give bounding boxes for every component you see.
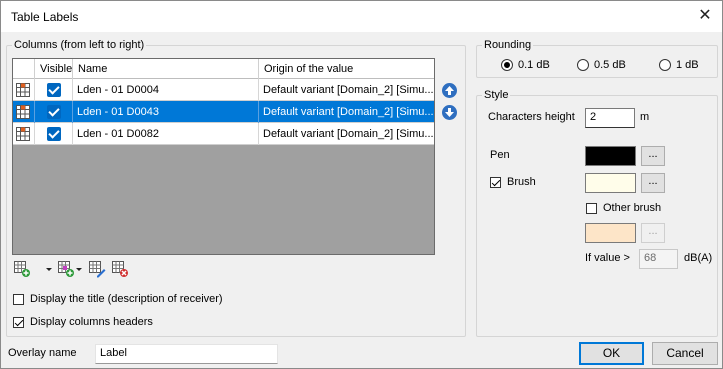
row-icon-cell (13, 123, 35, 145)
table-labels-dialog: Table Labels ✕ Columns (from left to rig… (0, 0, 723, 369)
window-title: Table Labels (11, 10, 79, 24)
rounding-group-label: Rounding (482, 39, 534, 51)
origin-cell: Default variant [Domain_2] [Simu... (263, 128, 434, 140)
move-up-button[interactable] (442, 83, 457, 98)
arrow-down-icon (445, 108, 454, 117)
rounding-0-5-label: 0.5 dB (594, 59, 626, 71)
other-brush-color-swatch[interactable] (585, 223, 636, 243)
arrow-up-icon (445, 86, 454, 95)
grid-header: Visible Name Origin of the value (13, 59, 434, 79)
brush-label: Brush (507, 176, 536, 188)
chevron-down-icon (46, 268, 52, 271)
delete-column-icon (112, 261, 128, 277)
if-value-unit: dB(A) (684, 252, 713, 264)
rounding-1-radio[interactable] (659, 59, 671, 71)
add-dropdown-button[interactable] (45, 260, 53, 278)
visible-cell (35, 79, 73, 101)
cancel-button[interactable]: Cancel (652, 342, 718, 365)
table-row[interactable]: Lden - 01 D0004 Default variant [Domain_… (13, 79, 434, 101)
columns-grid[interactable]: Visible Name Origin of the value Lden - … (12, 58, 435, 255)
header-name[interactable]: Name (73, 59, 259, 79)
columns-group-label: Columns (from left to right) (12, 39, 147, 51)
other-brush-label: Other brush (603, 202, 662, 214)
if-value-input[interactable]: 68 (639, 249, 678, 269)
title-bar: Table Labels ✕ (1, 1, 722, 32)
pen-color-swatch[interactable] (585, 146, 636, 166)
visible-checkbox[interactable] (47, 127, 61, 141)
other-brush-color-button[interactable]: ... (641, 223, 665, 243)
close-button[interactable]: ✕ (694, 6, 716, 28)
overlay-name-label: Overlay name (8, 347, 77, 359)
overlay-name-input[interactable]: Label (95, 344, 278, 364)
add-column-button[interactable] (13, 260, 31, 278)
rounding-0-5-radio[interactable] (577, 59, 589, 71)
add-multiple-columns-button[interactable] (57, 260, 83, 278)
delete-column-button[interactable] (111, 260, 129, 278)
origin-cell: Default variant [Domain_2] [Simu... (263, 106, 434, 118)
visible-cell (35, 123, 73, 145)
table-row[interactable]: Lden - 01 D0082 Default variant [Domain_… (13, 123, 434, 145)
name-cell: Lden - 01 D0004 (73, 79, 259, 101)
row-icon-cell (13, 79, 35, 101)
style-group: Style (476, 89, 718, 337)
edit-column-button[interactable] (88, 260, 106, 278)
rounding-0-1-label: 0.1 dB (518, 59, 550, 71)
move-down-button[interactable] (442, 105, 457, 120)
if-value-label: If value > (585, 252, 630, 264)
char-height-input[interactable]: 2 (585, 108, 635, 128)
pen-label: Pen (490, 149, 510, 161)
column-grid-icon (16, 105, 30, 119)
brush-color-swatch[interactable] (585, 173, 636, 193)
visible-checkbox[interactable] (47, 105, 61, 119)
display-headers-checkbox[interactable] (13, 317, 24, 328)
header-origin[interactable]: Origin of the value (259, 59, 434, 79)
header-icon-cell (13, 59, 35, 79)
column-grid-icon (16, 83, 30, 97)
add-column-icon (14, 261, 30, 277)
add-multiple-icon (58, 261, 82, 277)
header-visible[interactable]: Visible (35, 59, 73, 79)
edit-column-icon (89, 261, 106, 278)
origin-cell: Default variant [Domain_2] [Simu... (263, 84, 434, 96)
name-cell: Lden - 01 D0043 (73, 101, 259, 123)
column-grid-icon (16, 127, 30, 141)
ok-button[interactable]: OK (579, 342, 644, 365)
other-brush-checkbox[interactable] (586, 203, 597, 214)
brush-checkbox[interactable] (490, 177, 501, 188)
rounding-1-label: 1 dB (676, 59, 699, 71)
display-headers-label: Display columns headers (30, 316, 153, 328)
pen-color-button[interactable]: ... (641, 146, 665, 166)
char-height-label: Characters height (488, 111, 575, 123)
char-height-unit: m (640, 111, 650, 123)
display-title-checkbox[interactable] (13, 294, 24, 305)
visible-cell (35, 101, 73, 123)
row-icon-cell (13, 101, 35, 123)
brush-color-button[interactable]: ... (641, 173, 665, 193)
name-cell: Lden - 01 D0082 (73, 123, 259, 145)
display-title-label: Display the title (description of receiv… (30, 293, 223, 305)
visible-checkbox[interactable] (47, 83, 61, 97)
style-group-label: Style (482, 89, 511, 101)
rounding-0-1-radio[interactable] (501, 59, 513, 71)
table-row-selected[interactable]: Lden - 01 D0043 Default variant [Domain_… (13, 101, 434, 123)
